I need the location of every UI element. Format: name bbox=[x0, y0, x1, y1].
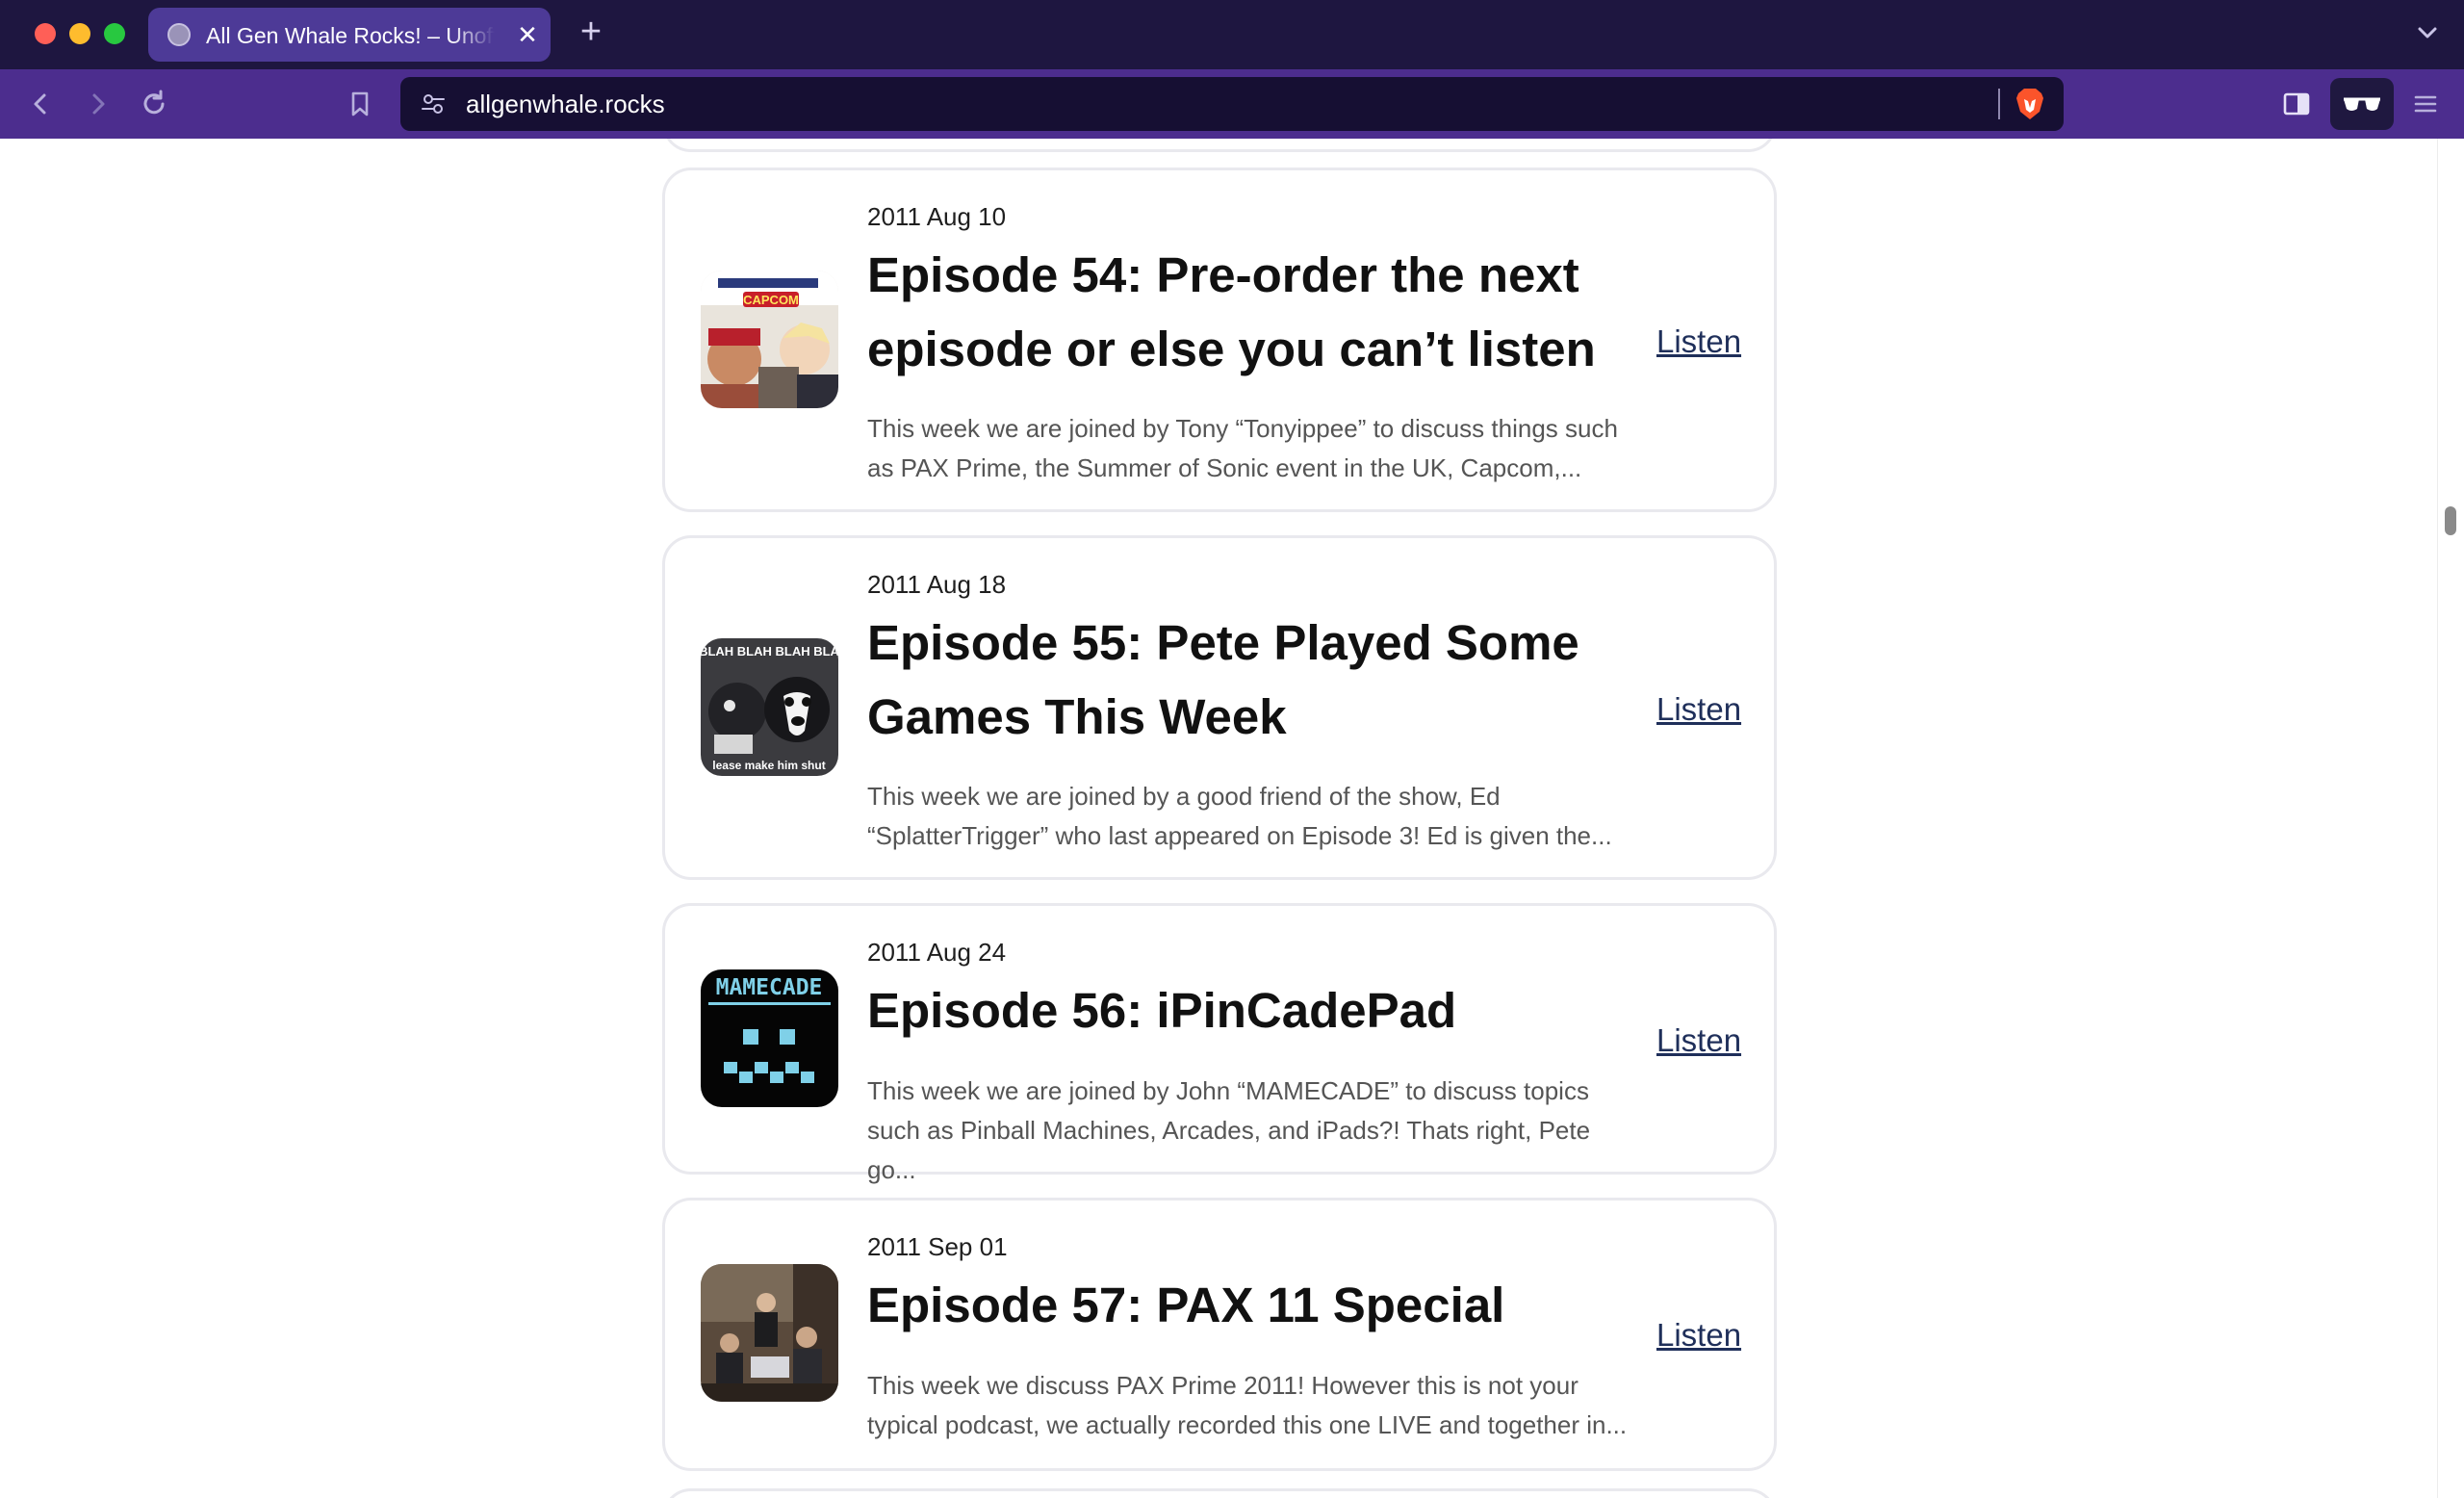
episode-title[interactable]: Episode 57: PAX 11 Special bbox=[867, 1268, 1637, 1342]
episode-card-partial bbox=[662, 139, 1777, 152]
scrollbar[interactable] bbox=[2437, 139, 2464, 1498]
episode-title[interactable]: Episode 54: Pre-order the next episode o… bbox=[867, 238, 1637, 386]
tab-bar: All Gen Whale Rocks! – Unofficial ✕ + bbox=[0, 0, 2464, 69]
episode-card: MAMECADE 2011 Aug 24 Episode 56: iPinCad… bbox=[662, 903, 1777, 1184]
close-tab-button[interactable]: ✕ bbox=[512, 19, 543, 50]
tab-title: All Gen Whale Rocks! – Unofficial bbox=[206, 23, 495, 48]
episode-description: This week we discuss PAX Prime 2011! How… bbox=[867, 1371, 1628, 1439]
episode-date: 2011 Sep 01 bbox=[867, 1232, 1008, 1261]
reload-icon[interactable] bbox=[137, 87, 171, 121]
tune-icon[interactable] bbox=[420, 90, 447, 117]
browser-window: All Gen Whale Rocks! – Unofficial ✕ + al… bbox=[0, 0, 2464, 1498]
close-window-button[interactable] bbox=[35, 23, 56, 44]
episode-card: BLAH BLAH BLAH BLA lease make him shut 2… bbox=[662, 535, 1777, 880]
episode-description: This week we are joined by a good friend… bbox=[867, 782, 1612, 850]
bookmark-icon[interactable] bbox=[343, 87, 377, 121]
listen-link[interactable]: Listen bbox=[1656, 323, 1741, 361]
divider bbox=[1998, 89, 2000, 119]
scrollbar-thumb[interactable] bbox=[2445, 506, 2456, 535]
chevron-right-icon[interactable] bbox=[81, 87, 116, 121]
brave-lion-icon[interactable] bbox=[2014, 87, 2046, 121]
active-tab[interactable]: All Gen Whale Rocks! – Unofficial ✕ bbox=[148, 8, 551, 62]
thumbnail-text: CAPCOM bbox=[743, 293, 799, 307]
listen-link[interactable]: Listen bbox=[1656, 690, 1741, 729]
thumbnail-text: MAMECADE bbox=[716, 975, 823, 1000]
listen-link[interactable]: Listen bbox=[1656, 1021, 1741, 1060]
maximize-window-button[interactable] bbox=[104, 23, 125, 44]
sunglasses-icon[interactable] bbox=[2330, 78, 2394, 130]
thumbnail-text-top: BLAH BLAH BLAH BLA bbox=[701, 644, 838, 659]
episode-title[interactable]: Episode 56: iPinCadePad bbox=[867, 973, 1637, 1047]
episode-card: CAPCOM 2011 Aug 10 Episode 54: Pre-order… bbox=[662, 168, 1777, 512]
new-tab-button[interactable]: + bbox=[574, 13, 608, 50]
url-text: allgenwhale.rocks bbox=[466, 90, 665, 118]
episode-date: 2011 Aug 10 bbox=[867, 202, 1007, 231]
chevron-down-icon[interactable] bbox=[2412, 17, 2443, 48]
chevron-left-icon[interactable] bbox=[23, 87, 58, 121]
episode-thumbnail bbox=[701, 1264, 838, 1402]
episode-title[interactable]: Episode 55: Pete Played Some Games This … bbox=[867, 606, 1637, 754]
sidebar-icon[interactable] bbox=[2279, 87, 2314, 121]
episode-description: This week we are joined by Tony “Tonyipp… bbox=[867, 414, 1618, 482]
minimize-window-button[interactable] bbox=[69, 23, 90, 44]
episode-date: 2011 Aug 24 bbox=[867, 938, 1007, 967]
episode-date: 2011 Aug 18 bbox=[867, 570, 1007, 599]
address-bar[interactable]: allgenwhale.rocks bbox=[400, 77, 2064, 131]
episode-thumbnail: BLAH BLAH BLAH BLA lease make him shut bbox=[701, 638, 838, 776]
thumbnail-text-bottom: lease make him shut bbox=[712, 759, 825, 772]
episode-card-partial bbox=[662, 1488, 1777, 1498]
episode-card: 2011 Sep 01 Episode 57: PAX 11 Special T… bbox=[662, 1198, 1777, 1471]
globe-icon bbox=[167, 23, 191, 46]
hamburger-icon[interactable] bbox=[2408, 87, 2443, 121]
page-content: CAPCOM 2011 Aug 10 Episode 54: Pre-order… bbox=[0, 139, 2464, 1498]
episode-description: This week we are joined by John “MAMECAD… bbox=[867, 1076, 1591, 1184]
episode-thumbnail: MAMECADE bbox=[701, 969, 838, 1107]
listen-link[interactable]: Listen bbox=[1656, 1316, 1741, 1355]
toolbar: allgenwhale.rocks bbox=[0, 69, 2464, 139]
episode-thumbnail: CAPCOM bbox=[701, 271, 838, 408]
